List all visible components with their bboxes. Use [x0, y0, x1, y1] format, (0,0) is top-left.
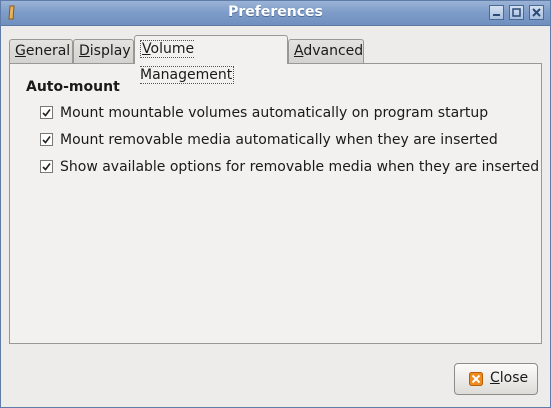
close-mnemonic: C — [490, 370, 500, 386]
mount-removable-label: Mount removable media automatically when… — [60, 132, 498, 148]
tab-volume-management-mnemonic: V — [142, 41, 151, 57]
automount-section-title: Auto-mount — [26, 79, 120, 95]
tab-display-mnemonic: D — [79, 43, 90, 59]
tab-general-mnemonic: G — [15, 43, 26, 59]
tab-advanced[interactable]: Advanced — [288, 39, 364, 63]
checkmark-icon — [42, 163, 51, 171]
close-button[interactable]: Close — [454, 363, 538, 395]
mount-on-startup-label: Mount mountable volumes automatically on… — [60, 105, 489, 121]
tab-volume-management-label: olume Management — [140, 41, 233, 83]
minimize-icon — [493, 14, 500, 16]
volume-management-panel: Auto-mount Mount mountable volumes autom… — [9, 63, 542, 344]
checkmark-icon — [42, 136, 51, 144]
mount-on-startup-checkbox[interactable] — [40, 106, 53, 119]
tab-general-label: eneral — [25, 43, 71, 59]
show-options-label: Show available options for removable med… — [60, 159, 540, 175]
tab-volume-management[interactable]: Volume Management — [134, 35, 288, 84]
close-label-rest: lose — [499, 370, 529, 386]
tab-focus-ring: Volume Management — [140, 40, 235, 84]
tab-advanced-mnemonic: A — [294, 43, 304, 59]
tab-advanced-label: dvanced — [303, 43, 364, 59]
preferences-window: Preferences General Display Volume Manag… — [0, 0, 551, 408]
minimize-button[interactable] — [489, 5, 504, 20]
tab-general[interactable]: General — [9, 39, 73, 63]
title-bar[interactable]: Preferences — [1, 1, 550, 26]
close-window-button[interactable] — [529, 5, 544, 20]
tab-display-label: isplay — [89, 43, 131, 59]
close-button-label: Close — [490, 370, 528, 386]
window-title: Preferences — [228, 4, 323, 20]
mount-removable-checkbox[interactable] — [40, 133, 53, 146]
maximize-button[interactable] — [509, 5, 524, 20]
show-options-checkbox[interactable] — [40, 160, 53, 173]
checkmark-icon — [42, 109, 51, 117]
close-icon — [532, 8, 541, 17]
maximize-icon — [512, 8, 521, 17]
close-icon — [469, 372, 483, 386]
tab-display[interactable]: Display — [73, 39, 134, 63]
